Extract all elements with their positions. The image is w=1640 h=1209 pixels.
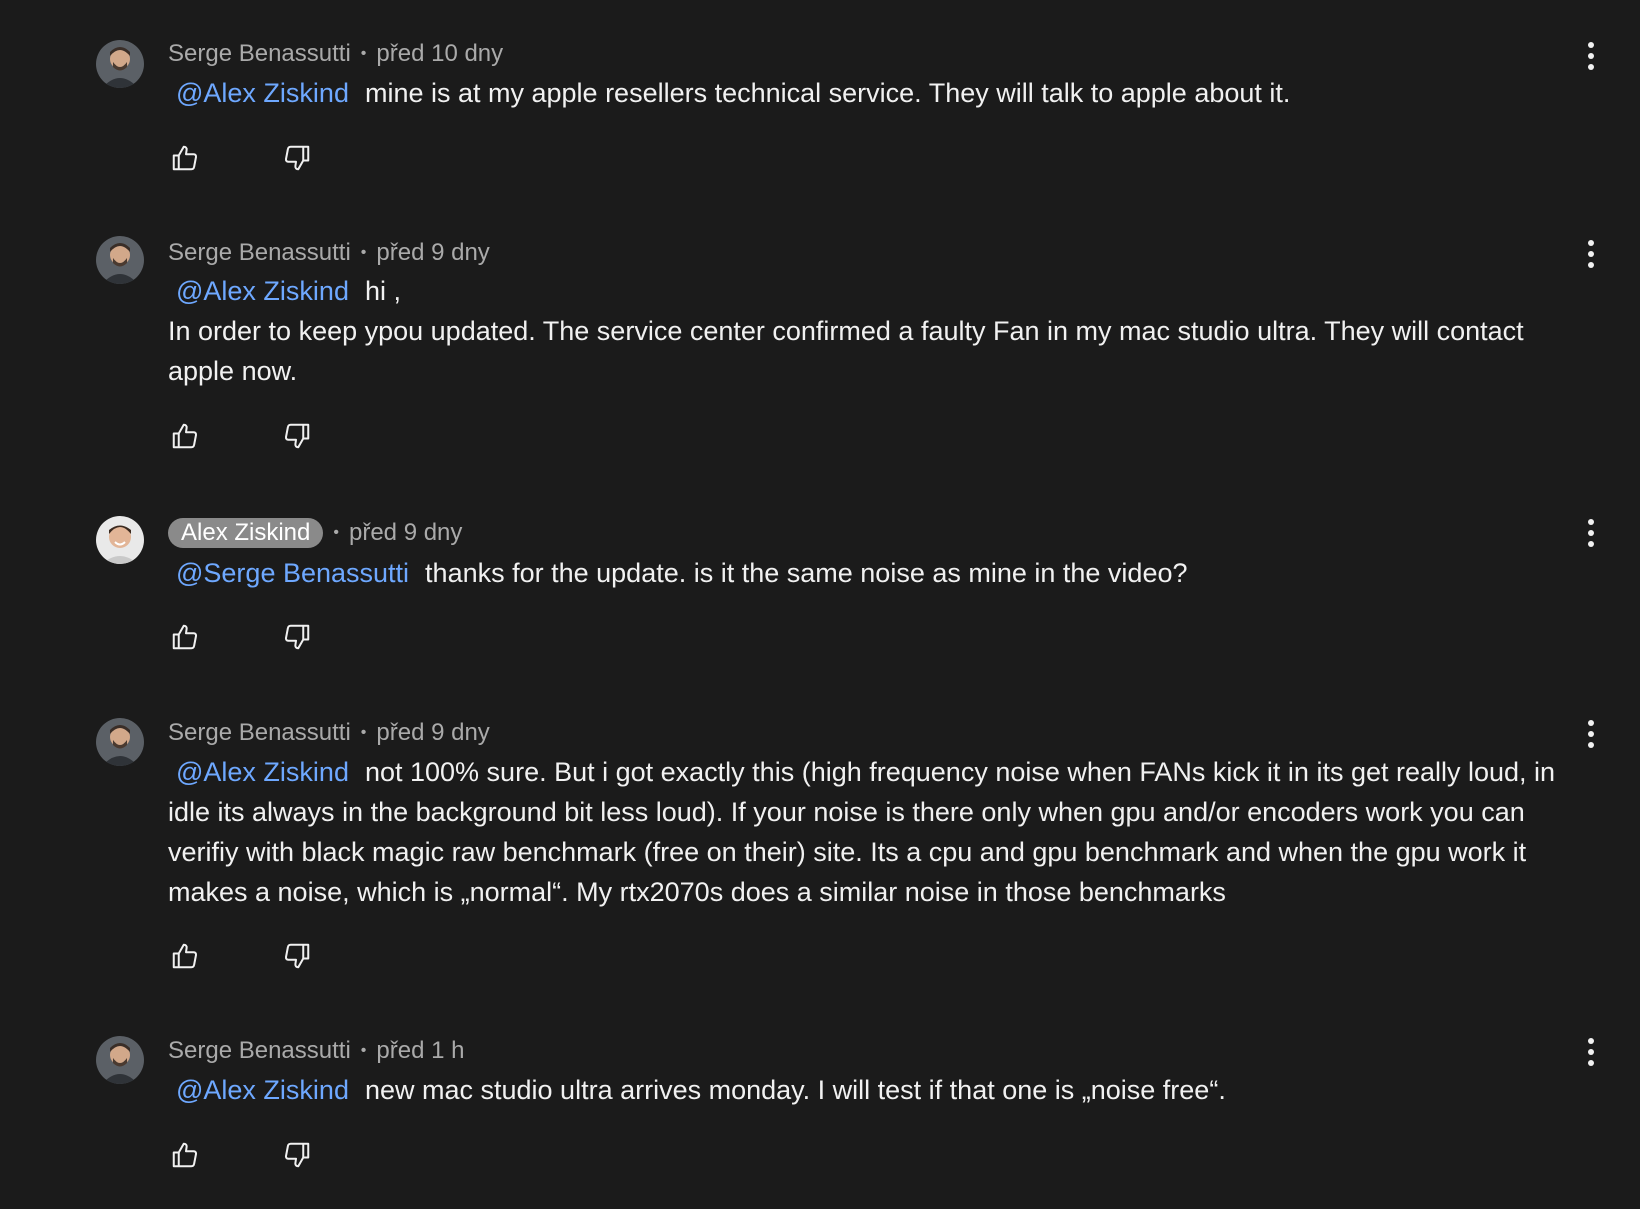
menu-dot — [1588, 251, 1594, 257]
dislike-button[interactable] — [280, 939, 314, 973]
separator-dot: • — [360, 1042, 367, 1059]
separator-dot: • — [360, 45, 367, 62]
avatar-serge-icon — [96, 236, 144, 284]
timestamp[interactable]: před 10 dny — [376, 40, 503, 68]
comment-menu-button[interactable] — [1576, 1034, 1606, 1070]
comment-meta: Alex Ziskind • před 9 dny — [168, 516, 462, 550]
separator-dot: • — [360, 724, 367, 741]
menu-dot — [1588, 541, 1594, 547]
menu-dot — [1588, 1060, 1594, 1066]
comment-body: not 100% sure. But i got exactly this (h… — [168, 757, 1556, 907]
avatar-serge-icon — [96, 718, 144, 766]
comment-text: @Alex Ziskind hi , In order to keep ypou … — [168, 271, 1588, 391]
author-name[interactable]: Serge Benassutti — [168, 239, 351, 267]
comment-text: @Serge Benassutti thanks for the update. … — [168, 553, 1588, 593]
thumb-up-icon — [172, 145, 198, 171]
comment-body: hi , — [364, 276, 401, 306]
more-vertical-icon — [1588, 720, 1594, 726]
avatar[interactable] — [96, 718, 144, 766]
more-vertical-icon — [1588, 1038, 1594, 1044]
like-button[interactable] — [168, 1138, 202, 1172]
mention-link[interactable]: @Alex Ziskind — [176, 78, 349, 108]
comment-body: mine is at my apple resellers technical … — [364, 78, 1291, 108]
mention-link[interactable]: @Serge Benassutti — [176, 558, 409, 588]
comment-text: @Alex Ziskind new mac studio ultra arrive… — [168, 1070, 1588, 1110]
comment-meta: Serge Benassutti • před 10 dny — [168, 37, 503, 71]
comment-body-line: In order to keep ypou updated. The servi… — [168, 316, 1524, 386]
mention-link[interactable]: @Alex Ziskind — [176, 276, 349, 306]
mention-link[interactable]: @Alex Ziskind — [176, 1075, 349, 1105]
menu-dot — [1588, 530, 1594, 536]
dislike-button[interactable] — [280, 419, 314, 453]
timestamp[interactable]: před 9 dny — [349, 519, 462, 547]
avatar-alex-icon — [96, 516, 144, 564]
thumb-down-icon — [284, 1142, 310, 1168]
thumb-down-icon — [284, 624, 310, 650]
dislike-button[interactable] — [280, 141, 314, 175]
avatar[interactable] — [96, 1036, 144, 1084]
avatar[interactable] — [96, 236, 144, 284]
comment-body: thanks for the update. is it the same no… — [425, 558, 1188, 588]
mention-link[interactable]: @Alex Ziskind — [176, 757, 349, 787]
thumb-down-icon — [284, 145, 310, 171]
comment-menu-button[interactable] — [1576, 716, 1606, 752]
more-vertical-icon — [1588, 519, 1594, 525]
comment-meta: Serge Benassutti • před 9 dny — [168, 716, 490, 750]
comment-menu-button[interactable] — [1576, 515, 1606, 551]
menu-dot — [1588, 1049, 1594, 1055]
creator-author-chip[interactable]: Alex Ziskind — [168, 518, 324, 548]
menu-dot — [1588, 64, 1594, 70]
more-vertical-icon — [1588, 240, 1594, 246]
timestamp[interactable]: před 9 dny — [376, 719, 489, 747]
like-button[interactable] — [168, 419, 202, 453]
separator-dot: • — [360, 244, 367, 261]
comment-menu-button[interactable] — [1576, 38, 1606, 74]
comment-meta: Serge Benassutti • před 1 h — [168, 1034, 464, 1068]
author-name[interactable]: Serge Benassutti — [168, 40, 351, 68]
thumb-down-icon — [284, 423, 310, 449]
like-button[interactable] — [168, 620, 202, 654]
comment-text: @Alex Ziskind mine is at my apple reselle… — [168, 73, 1588, 113]
comment-menu-button[interactable] — [1576, 236, 1606, 272]
comment-meta: Serge Benassutti • před 9 dny — [168, 236, 490, 270]
like-button[interactable] — [168, 141, 202, 175]
thumb-up-icon — [172, 1142, 198, 1168]
author-name[interactable]: Serge Benassutti — [168, 719, 351, 747]
like-button[interactable] — [168, 939, 202, 973]
dislike-button[interactable] — [280, 620, 314, 654]
comment-text: @Alex Ziskind not 100% sure. But i got ex… — [168, 752, 1588, 912]
menu-dot — [1588, 262, 1594, 268]
dislike-button[interactable] — [280, 1138, 314, 1172]
menu-dot — [1588, 742, 1594, 748]
separator-dot: • — [333, 524, 339, 541]
menu-dot — [1588, 53, 1594, 59]
menu-dot — [1588, 731, 1594, 737]
author-name[interactable]: Serge Benassutti — [168, 1037, 351, 1065]
avatar-serge-icon — [96, 40, 144, 88]
avatar-serge-icon — [96, 1036, 144, 1084]
comment-body: new mac studio ultra arrives monday. I w… — [364, 1075, 1226, 1105]
timestamp[interactable]: před 9 dny — [376, 239, 489, 267]
thumb-up-icon — [172, 624, 198, 650]
thumb-up-icon — [172, 423, 198, 449]
more-vertical-icon — [1588, 42, 1594, 48]
avatar[interactable] — [96, 40, 144, 88]
timestamp[interactable]: před 1 h — [376, 1037, 464, 1065]
avatar[interactable] — [96, 516, 144, 564]
thumb-down-icon — [284, 943, 310, 969]
thumb-up-icon — [172, 943, 198, 969]
